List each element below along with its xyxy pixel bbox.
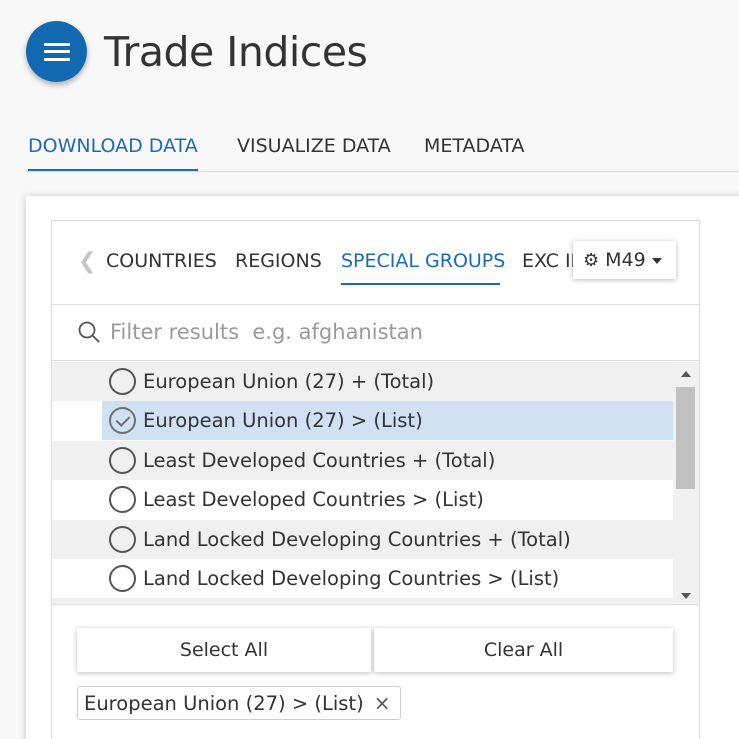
select-all-button[interactable]: Select All bbox=[77, 628, 371, 672]
clear-all-button[interactable]: Clear All bbox=[374, 628, 673, 672]
tab-download-data[interactable]: DOWNLOAD DATA bbox=[28, 128, 198, 172]
code-system-dropdown[interactable]: ⚙ M49 bbox=[573, 241, 676, 279]
list-item-label: European Union (27) > (List) bbox=[143, 409, 423, 432]
list-item-label: Least Developed Countries + (Total) bbox=[143, 449, 496, 472]
list-item[interactable]: Land Locked Developing Countries + (Tota… bbox=[52, 520, 673, 559]
tab-special-groups[interactable]: SPECIAL GROUPS bbox=[341, 250, 505, 272]
filter-bar bbox=[52, 305, 699, 361]
scrollbar-thumb[interactable] bbox=[676, 387, 695, 489]
list-item-label: Land Locked Developing Countries > (List… bbox=[143, 567, 560, 590]
tab-visualize-data[interactable]: VISUALIZE DATA bbox=[237, 128, 391, 172]
list-item[interactable]: Land Locked Developing Countries > (List… bbox=[52, 559, 673, 598]
close-icon[interactable]: × bbox=[374, 691, 391, 715]
hamburger-menu-icon bbox=[43, 42, 70, 61]
list-item-label: European Union (27) + (Total) bbox=[143, 370, 435, 393]
tab-metadata[interactable]: METADATA bbox=[424, 128, 524, 172]
list-item[interactable]: European Union (27) + (Total) bbox=[52, 362, 673, 401]
chevron-left-icon[interactable]: ❮ bbox=[78, 251, 96, 273]
menu-button[interactable] bbox=[26, 21, 87, 82]
scroll-down-arrow-icon[interactable] bbox=[681, 593, 691, 599]
area-selector-panel: ❮ COUNTRIES REGIONS SPECIAL GROUPS EXC I… bbox=[51, 220, 700, 739]
code-system-label: M49 bbox=[605, 249, 646, 271]
tabs-divider bbox=[26, 171, 739, 172]
radio-button-checked[interactable] bbox=[109, 407, 136, 434]
active-tab-indicator bbox=[341, 283, 500, 285]
tab-countries[interactable]: COUNTRIES bbox=[106, 250, 217, 272]
special-groups-list: European Union (27) + (Total) European U… bbox=[52, 362, 699, 605]
caret-down-icon bbox=[651, 258, 662, 264]
radio-button[interactable] bbox=[109, 447, 136, 474]
filter-input[interactable] bbox=[110, 315, 670, 349]
selected-item-chip: European Union (27) > (List) × bbox=[77, 686, 402, 720]
search-icon bbox=[78, 321, 100, 343]
list-scrollbar[interactable] bbox=[673, 362, 699, 604]
list-item[interactable]: Least Developed Countries + (Total) bbox=[52, 441, 673, 480]
main-tabs: DOWNLOAD DATA VISUALIZE DATA METADATA bbox=[26, 128, 739, 172]
radio-button[interactable] bbox=[109, 526, 136, 553]
chip-label: European Union (27) > (List) bbox=[84, 691, 364, 715]
region-tabs: ❮ COUNTRIES REGIONS SPECIAL GROUPS EXC I… bbox=[52, 221, 699, 305]
list-item[interactable]: Least Developed Countries > (List) bbox=[52, 480, 673, 519]
radio-button[interactable] bbox=[109, 565, 136, 592]
list-item-partial[interactable] bbox=[52, 598, 673, 605]
tab-regions[interactable]: REGIONS bbox=[235, 250, 322, 272]
radio-button[interactable] bbox=[109, 368, 136, 395]
radio-button[interactable] bbox=[109, 486, 136, 513]
scroll-up-arrow-icon[interactable] bbox=[681, 371, 691, 377]
radio-button[interactable] bbox=[109, 604, 136, 605]
list-item-label: Least Developed Countries > (List) bbox=[143, 488, 484, 511]
page-title: Trade Indices bbox=[104, 28, 368, 76]
list-item-selected[interactable]: European Union (27) > (List) bbox=[52, 401, 673, 440]
list-item-label: Land Locked Developing Countries + (Tota… bbox=[143, 528, 571, 551]
download-card: ❮ COUNTRIES REGIONS SPECIAL GROUPS EXC I… bbox=[26, 196, 739, 739]
gear-icon: ⚙ bbox=[583, 249, 600, 271]
